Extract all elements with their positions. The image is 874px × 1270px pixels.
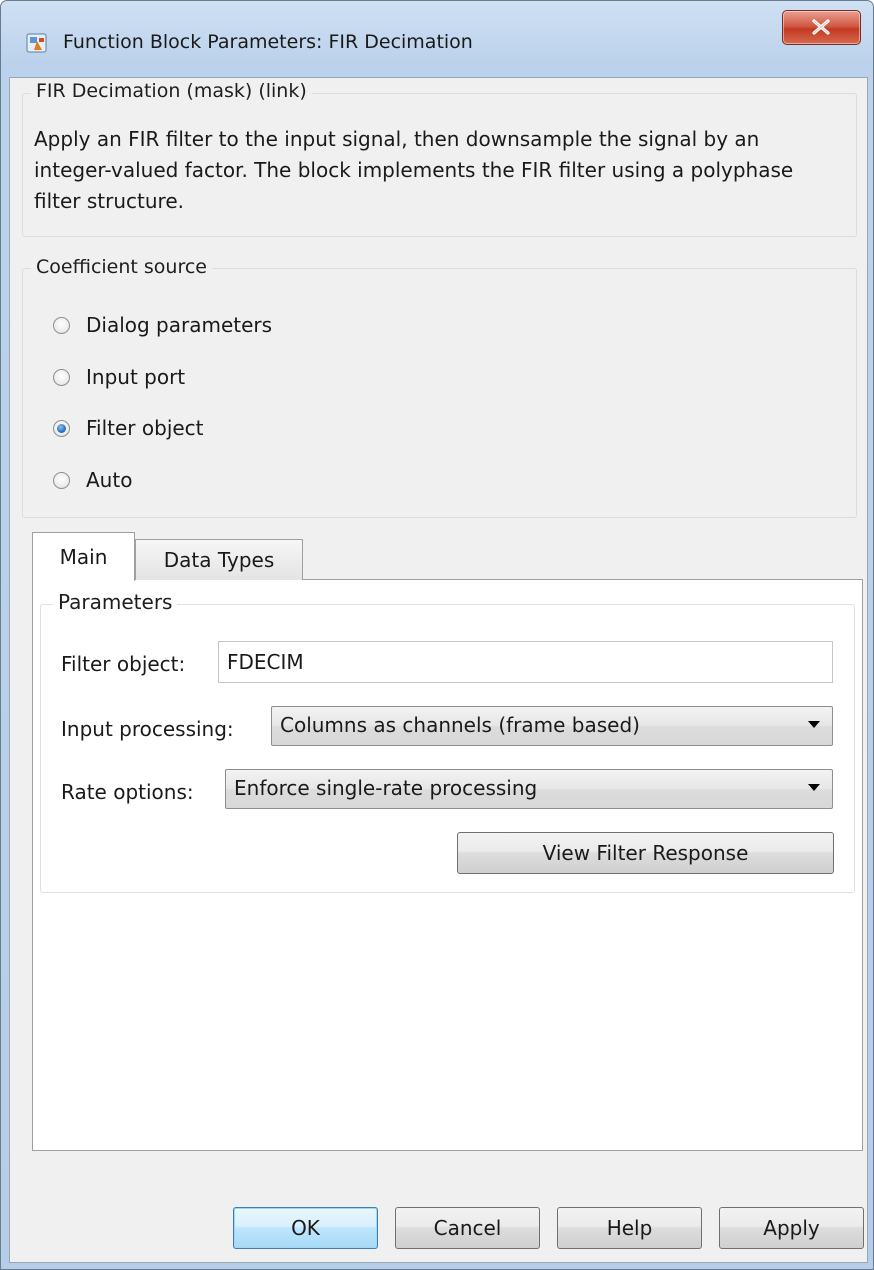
radio-button[interactable] <box>53 316 70 334</box>
filter-object-input[interactable] <box>218 641 833 683</box>
dropdown-value: Enforce single-rate processing <box>234 776 538 800</box>
radio-dialog-parameters[interactable]: Dialog parameters <box>53 310 272 340</box>
mask-legend: FIR Decimation (mask) (link) <box>31 80 312 102</box>
radio-label: Auto <box>86 468 133 492</box>
filter-object-label: Filter object: <box>61 652 186 676</box>
close-icon <box>812 19 830 35</box>
radio-button-selected[interactable] <box>53 419 70 437</box>
close-button[interactable] <box>782 10 861 45</box>
title-bar[interactable]: Function Block Parameters: FIR Decimatio… <box>1 1 873 77</box>
coefficient-source-legend: Coefficient source <box>31 256 212 278</box>
chevron-down-icon <box>808 784 820 791</box>
dialog-client-area: FIR Decimation (mask) (link) Apply an FI… <box>9 77 868 1263</box>
mask-description: Apply an FIR filter to the input signal,… <box>34 127 794 213</box>
app-icon <box>26 32 48 54</box>
dialog-window: Function Block Parameters: FIR Decimatio… <box>0 0 874 1270</box>
dropdown-value: Columns as channels (frame based) <box>280 713 640 737</box>
tab-main[interactable]: Main <box>32 532 135 581</box>
radio-auto[interactable]: Auto <box>53 465 132 495</box>
tab-data-types[interactable]: Data Types <box>135 539 303 580</box>
radio-label: Filter object <box>86 416 204 440</box>
radio-input-port[interactable]: Input port <box>53 362 185 392</box>
rate-options-label: Rate options: <box>61 780 194 804</box>
cancel-button[interactable]: Cancel <box>395 1207 540 1249</box>
ok-button[interactable]: OK <box>233 1207 378 1249</box>
radio-button[interactable] <box>53 471 70 489</box>
rate-options-dropdown[interactable]: Enforce single-rate processing <box>225 769 833 809</box>
view-filter-response-button[interactable]: View Filter Response <box>457 832 834 874</box>
radio-filter-object[interactable]: Filter object <box>53 413 204 443</box>
tab-panel-main: Parameters Filter object: Input processi… <box>32 579 863 1151</box>
input-processing-dropdown[interactable]: Columns as channels (frame based) <box>271 706 833 746</box>
coefficient-source-group <box>22 268 857 518</box>
chevron-down-icon <box>808 721 820 728</box>
apply-button[interactable]: Apply <box>719 1207 864 1249</box>
parameters-legend: Parameters <box>53 590 178 614</box>
help-button[interactable]: Help <box>557 1207 702 1249</box>
radio-label: Input port <box>86 365 186 389</box>
input-processing-label: Input processing: <box>61 717 234 741</box>
radio-label: Dialog parameters <box>86 313 273 337</box>
radio-button[interactable] <box>53 368 70 386</box>
window-title: Function Block Parameters: FIR Decimatio… <box>63 31 473 53</box>
